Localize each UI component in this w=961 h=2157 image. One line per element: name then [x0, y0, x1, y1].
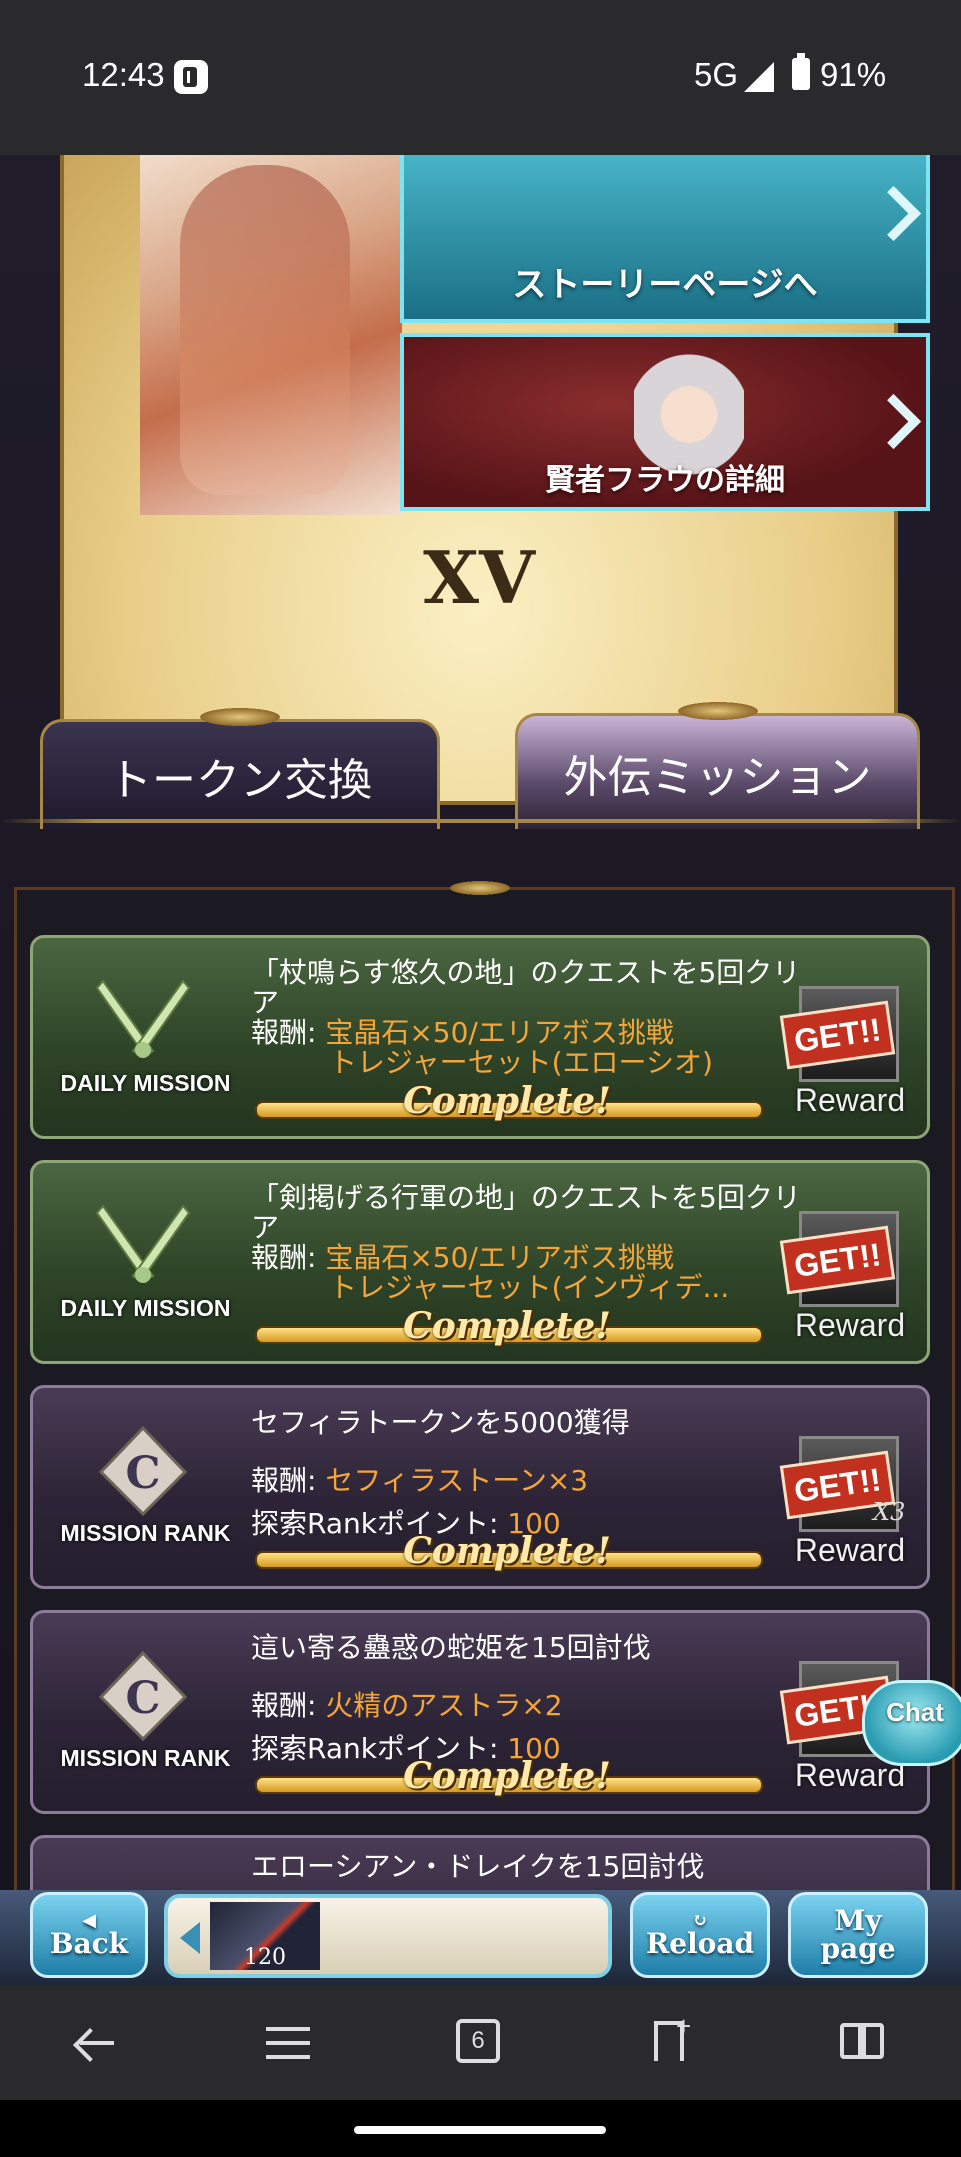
slot-count: 120 — [244, 1945, 286, 1970]
mission-card: DAILY MISSION 「杖鳴らす悠久の地」のクエストを5回クリア 報酬: … — [30, 935, 930, 1139]
mypage-label-line2: page — [820, 1932, 896, 1965]
mission-badge: MISSION RANK — [60, 1520, 231, 1546]
menu-icon[interactable] — [260, 2015, 316, 2071]
back-label: Back — [49, 1927, 129, 1960]
reload-label: Reload — [645, 1927, 755, 1960]
game-nav-bar: ◀ Back 120 ↻ Reload My page — [0, 1890, 961, 1985]
reward-label: 報酬: — [251, 1689, 326, 1722]
mission-card: DAILY MISSION 「剣掲げる行軍の地」のクエストを5回クリア 報酬: … — [30, 1160, 930, 1364]
triangle-left-icon[interactable] — [180, 1922, 200, 1954]
home-gesture-bar[interactable] — [354, 2126, 606, 2134]
browser-toolbar: 6 — [0, 1985, 961, 2100]
mission-badge: DAILY MISSION — [60, 1070, 231, 1096]
mission-reward: 報酬: 宝晶石×50/エリアボス挑戦 トレジャーセット(インヴィデ... — [251, 1243, 811, 1303]
chevron-right-icon — [865, 185, 922, 242]
rank-emblem-icon: C — [98, 1651, 188, 1741]
mission-badge: DAILY MISSION — [60, 1295, 231, 1321]
rank-emblem-icon: C — [98, 1426, 188, 1516]
reward-label: 報酬: — [251, 1241, 326, 1274]
network-type: 5G — [694, 56, 739, 93]
tab-token-exchange[interactable]: トークン交換 — [40, 708, 440, 829]
character-detail-button[interactable]: 賢者フラウの詳細 — [400, 333, 930, 511]
character-detail-label: 賢者フラウの詳細 — [545, 463, 785, 498]
quick-slot[interactable]: 120 — [164, 1894, 612, 1978]
mission-title: エローシアン・ドレイクを15回討伐 — [251, 1850, 705, 1883]
complete-label: Complete! — [403, 1080, 611, 1122]
mission-title: 這い寄る蠱惑の蛇姫を15回討伐 — [251, 1631, 651, 1664]
rank-letter: C — [125, 1673, 160, 1724]
mission-title: セフィラトークンを5000獲得 — [251, 1406, 630, 1439]
reward-label: 報酬: — [251, 1464, 326, 1497]
complete-label: Complete! — [403, 1755, 611, 1797]
battery-icon — [792, 53, 810, 90]
tabs-button[interactable]: 6 — [452, 2015, 508, 2071]
back-button[interactable]: ◀ Back — [30, 1892, 148, 1978]
mission-card: C MISSION RANK 這い寄る蠱惑の蛇姫を15回討伐 報酬: 火精のアス… — [30, 1610, 930, 1814]
mission-badge: MISSION RANK — [60, 1745, 231, 1771]
story-page-label: ストーリーページへ — [512, 265, 818, 305]
reward-value: トレジャーセット(エローシオ) — [329, 1046, 713, 1079]
paypay-notification-icon — [174, 60, 208, 94]
reward-label: 報酬: — [251, 1016, 326, 1049]
event-hero-card: ストーリーページへ 賢者フラウの詳細 XV — [60, 155, 930, 805]
tab-ornament — [200, 708, 280, 726]
crossed-swords-icon — [95, 979, 191, 1058]
reward-count: X3 — [873, 1498, 906, 1526]
reading-list-icon[interactable] — [836, 2015, 892, 2071]
reward-button[interactable]: GET!! Reward — [779, 986, 915, 1136]
tab-side-story-missions[interactable]: 外伝ミッション — [515, 702, 920, 829]
mission-reward: 報酬: 宝晶石×50/エリアボス挑戦 トレジャーセット(エローシオ) — [251, 1018, 811, 1078]
event-illustration — [140, 155, 402, 515]
mission-card: C MISSION RANK セフィラトークンを5000獲得 報酬: セフィラス… — [30, 1385, 930, 1589]
mypage-label-line1: My — [834, 1904, 882, 1937]
mission-title: 「杖鳴らす悠久の地」のクエストを5回クリア — [251, 956, 801, 1019]
rank-letter: C — [125, 1448, 160, 1499]
mission-title: 「剣掲げる行軍の地」のクエストを5回クリア — [251, 1181, 801, 1244]
tab-divider — [0, 819, 961, 823]
reward-button[interactable]: GET!! X3 Reward — [779, 1436, 915, 1586]
signal-icon — [744, 62, 774, 92]
reward-button-label: Reward — [794, 1082, 906, 1118]
tab-label: トークン交換 — [108, 754, 372, 806]
reload-button[interactable]: ↻ Reload — [630, 1892, 770, 1978]
mission-reward: 報酬: セフィラストーン×3 — [251, 1466, 811, 1496]
game-view: ストーリーページへ 賢者フラウの詳細 XV トークン交換 外伝ミッション DAI… — [0, 155, 961, 1985]
reward-value: 宝晶石×50/エリアボス挑戦 — [325, 1241, 674, 1274]
mission-reward: 報酬: 火精のアストラ×2 — [251, 1691, 811, 1721]
status-bar: 12:43 5G 91% — [0, 0, 961, 155]
gesture-area — [0, 2100, 961, 2157]
status-time: 12:43 — [82, 56, 165, 93]
back-arrow-icon[interactable] — [68, 2015, 124, 2071]
reward-button-label: Reward — [794, 1307, 906, 1343]
tab-count: 6 — [456, 2019, 500, 2063]
slot-thumbnail[interactable]: 120 — [210, 1902, 320, 1970]
reward-value: セフィラストーン×3 — [325, 1464, 589, 1497]
tab-ornament — [677, 702, 758, 720]
chevron-right-icon — [865, 393, 922, 450]
battery-level: 91% — [820, 56, 887, 93]
complete-label: Complete! — [403, 1530, 611, 1572]
chat-button[interactable]: Chat — [862, 1680, 961, 1766]
mypage-button[interactable]: My page — [788, 1892, 928, 1978]
frame-ornament — [450, 881, 510, 895]
reward-value: 火精のアストラ×2 — [325, 1689, 563, 1722]
story-page-button[interactable]: ストーリーページへ — [400, 155, 930, 323]
reward-value: 宝晶石×50/エリアボス挑戦 — [325, 1016, 674, 1049]
crossed-swords-icon — [95, 1204, 191, 1283]
tab-label: 外伝ミッション — [563, 751, 872, 803]
reward-button-label: Reward — [794, 1532, 906, 1568]
reward-value: トレジャーセット(インヴィデ... — [329, 1271, 730, 1304]
complete-label: Complete! — [403, 1305, 611, 1347]
add-bookmark-icon[interactable] — [646, 2011, 702, 2071]
reward-button[interactable]: GET!! Reward — [779, 1211, 915, 1361]
chapter-numeral: XV — [423, 535, 535, 620]
